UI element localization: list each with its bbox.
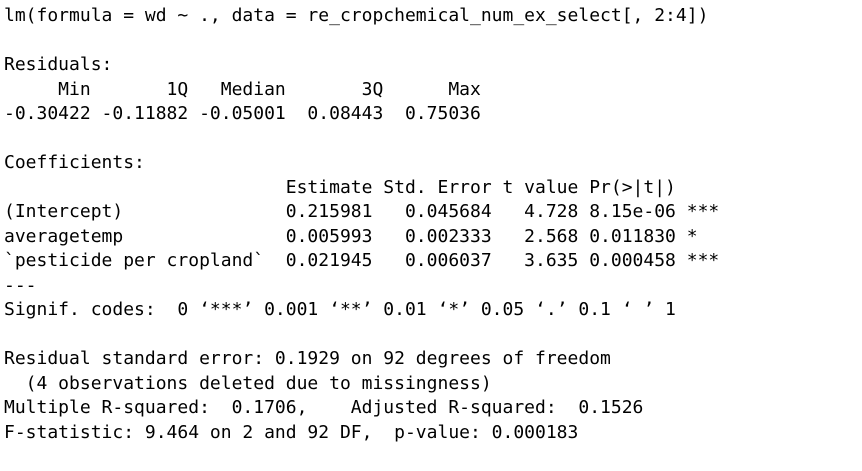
f-statistic-line: F-statistic: 9.464 on 2 and 92 DF, p-val…	[4, 421, 579, 443]
missingness-note-line: (4 observations deleted due to missingne…	[4, 372, 492, 394]
separator-line: ---	[4, 274, 37, 296]
r-squared-line: Multiple R-squared: 0.1706, Adjusted R-s…	[4, 397, 655, 418]
coefficient-row-intercept: (Intercept) 0.215981 0.045684 4.728 8.15…	[4, 201, 720, 222]
signif-codes-line: Signif. codes: 0 ‘***’ 0.001 ‘**’ 0.01 ‘…	[4, 299, 676, 320]
coefficients-heading: Coefficients:	[4, 152, 145, 173]
residuals-header-row: Min 1Q Median 3Q Max	[4, 78, 492, 100]
coefficient-row-averagetemp: averagetemp 0.005993 0.002333 2.568 0.01…	[4, 225, 720, 247]
residual-se-line: Residual standard error: 0.1929 on 92 de…	[4, 348, 611, 369]
coefficients-header-row: Estimate Std. Error t value Pr(>|t|)	[4, 176, 720, 198]
call-line: lm(formula = wd ~ ., data = re_cropchemi…	[4, 5, 709, 26]
r-console-output: lm(formula = wd ~ ., data = re_cropchemi…	[0, 0, 862, 471]
residuals-heading: Residuals:	[4, 54, 113, 75]
coefficient-row-pesticide: `pesticide per cropland` 0.021945 0.0060…	[4, 250, 720, 271]
residuals-values-row: -0.30422 -0.11882 -0.05001 0.08443 0.750…	[4, 103, 492, 124]
